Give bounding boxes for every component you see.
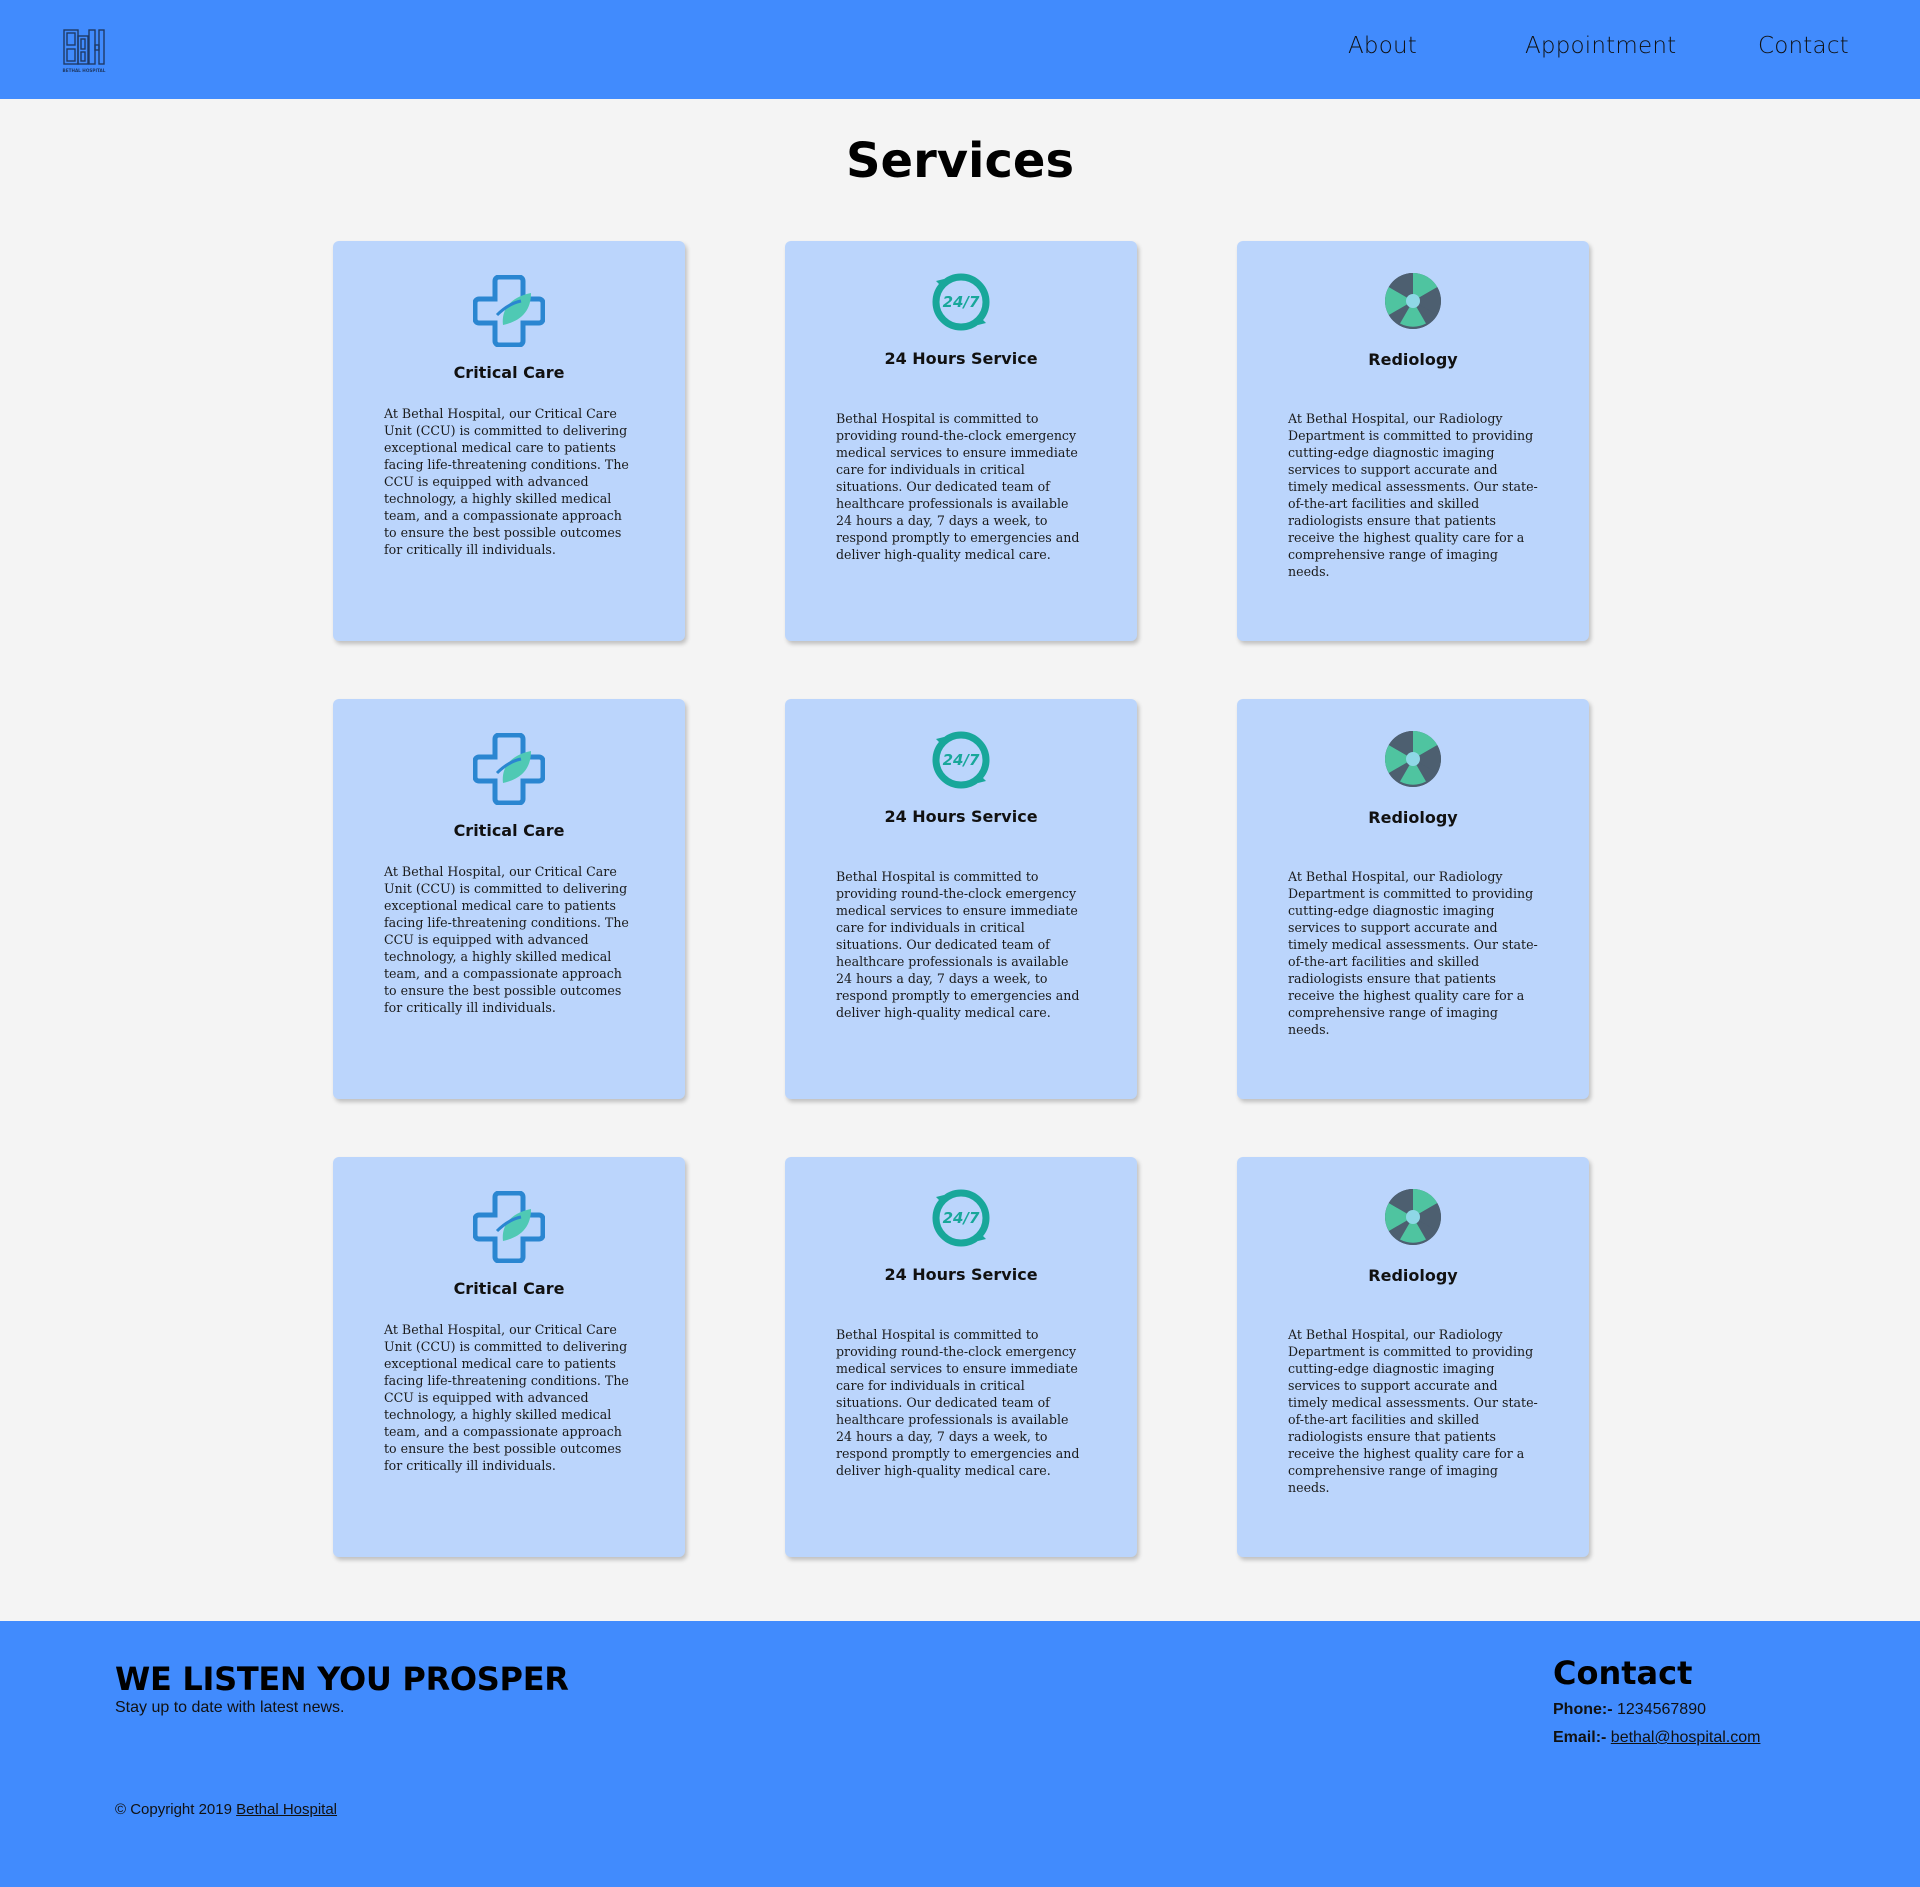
svg-text:24/7: 24/7: [943, 1209, 980, 1227]
service-title: Critical Care: [453, 1279, 565, 1298]
footer-subtext: Stay up to date with latest news.: [115, 1699, 345, 1716]
footer-email: Email:- bethal@hospital.com: [1553, 1729, 1760, 1747]
footer-slogan: WE LISTEN YOU PROSPER: [115, 1660, 569, 1698]
service-card: Rediology At Bethal Hospital, our Radiolo…: [1237, 1157, 1589, 1557]
nav-appointment-link[interactable]: Appointment: [1525, 33, 1676, 59]
service-description: Bethal Hospital is committed to providin…: [836, 1327, 1080, 1478]
service-description: At Bethal Hospital, our Radiology Depart…: [1288, 869, 1538, 1037]
service-card: Critical Care At Bethal Hospital, our Cri…: [333, 241, 685, 641]
clock-24-7-icon: 24/7: [928, 1187, 994, 1254]
service-title: 24 Hours Service: [884, 349, 1038, 368]
medical-cross-leaf-icon: [472, 1190, 546, 1268]
clock-24-7-icon: 24/7: [928, 271, 994, 338]
service-title: Critical Care: [453, 363, 565, 382]
radiation-icon: [1383, 271, 1443, 336]
service-title: 24 Hours Service: [884, 807, 1038, 826]
footer-contact-title: Contact: [1553, 1654, 1693, 1692]
service-title: Critical Care: [453, 821, 565, 840]
copyright: © Copyright 2019 Bethal Hospital: [115, 1801, 337, 1818]
page-title: Services: [845, 133, 1075, 189]
service-title: Rediology: [1368, 350, 1458, 369]
service-description: Bethal Hospital is committed to providin…: [836, 869, 1080, 1020]
service-card: Critical Care At Bethal Hospital, our Cri…: [333, 699, 685, 1099]
medical-cross-leaf-icon: [472, 274, 546, 352]
service-description: At Bethal Hospital, our Radiology Depart…: [1288, 411, 1538, 579]
logo-text: BETHAL HOSPITAL: [63, 68, 106, 73]
service-description: At Bethal Hospital, our Radiology Depart…: [1288, 1327, 1538, 1495]
service-description: At Bethal Hospital, our Critical Care Un…: [384, 406, 629, 557]
clock-24-7-icon: 24/7: [928, 729, 994, 796]
nav-about-link[interactable]: About: [1348, 33, 1417, 59]
footer-phone: Phone:- 1234567890: [1553, 1701, 1706, 1719]
phone-label: Phone:-: [1553, 1701, 1613, 1718]
service-card: Critical Care At Bethal Hospital, our Cri…: [333, 1157, 685, 1557]
email-label: Email:-: [1553, 1729, 1607, 1746]
service-title: Rediology: [1368, 808, 1458, 827]
copyright-prefix: © Copyright 2019: [115, 1801, 232, 1818]
nav-contact-link[interactable]: Contact: [1758, 33, 1849, 59]
copyright-link[interactable]: Bethal Hospital: [236, 1801, 337, 1818]
service-card: 24/7 24 Hours Service Bethal Hospital is …: [785, 241, 1137, 641]
service-title: 24 Hours Service: [884, 1265, 1038, 1284]
service-description: At Bethal Hospital, our Critical Care Un…: [384, 1322, 629, 1473]
service-card: Rediology At Bethal Hospital, our Radiolo…: [1237, 241, 1589, 641]
svg-text:24/7: 24/7: [943, 293, 980, 311]
service-card: Rediology At Bethal Hospital, our Radiolo…: [1237, 699, 1589, 1099]
service-description: Bethal Hospital is committed to providin…: [836, 411, 1080, 562]
phone-value: 1234567890: [1617, 1701, 1706, 1718]
service-card: 24/7 24 Hours Service Bethal Hospital is …: [785, 1157, 1137, 1557]
medical-cross-leaf-icon: [472, 732, 546, 810]
service-description: At Bethal Hospital, our Critical Care Un…: [384, 864, 629, 1015]
service-card: 24/7 24 Hours Service Bethal Hospital is …: [785, 699, 1137, 1099]
radiation-icon: [1383, 729, 1443, 794]
bethal-hospital-logo[interactable]: BETHAL HOSPITAL: [62, 28, 106, 74]
radiation-icon: [1383, 1187, 1443, 1252]
email-link[interactable]: bethal@hospital.com: [1611, 1729, 1761, 1746]
footer: WE LISTEN YOU PROSPER Stay up to date wi…: [0, 1621, 1920, 1887]
service-title: Rediology: [1368, 1266, 1458, 1285]
top-nav-bar: BETHAL HOSPITAL About Appointment Contac…: [0, 0, 1920, 99]
svg-text:24/7: 24/7: [943, 751, 980, 769]
